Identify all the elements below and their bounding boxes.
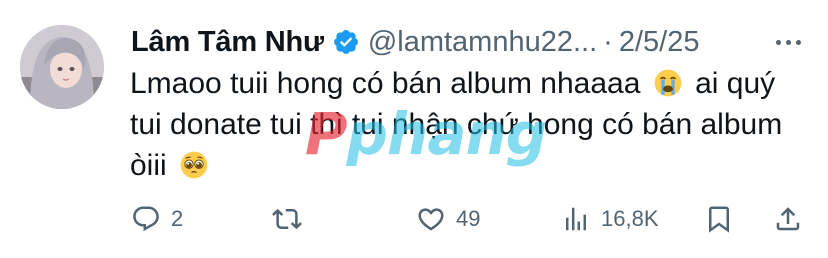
bookmark-icon xyxy=(709,206,729,233)
heart-icon xyxy=(418,208,444,231)
tweet-actions: 2 49 16,8K xyxy=(0,198,828,240)
repost-button[interactable] xyxy=(272,198,312,240)
separator-dot: · xyxy=(603,25,613,58)
like-button[interactable]: 49 xyxy=(416,198,480,240)
avatar-image xyxy=(20,25,104,109)
repost-icon xyxy=(272,208,302,230)
verified-badge-icon xyxy=(332,28,360,56)
views-chart-icon xyxy=(566,207,586,231)
more-options-icon[interactable] xyxy=(776,32,808,52)
tweet[interactable]: Lâm Tâm Như @lamtamnhu22... · 2/5/25 Lma… xyxy=(0,0,828,258)
views-button[interactable]: 16,8K xyxy=(561,198,659,240)
views-count: 16,8K xyxy=(601,206,659,231)
reply-count: 2 xyxy=(171,206,184,231)
reply-icon xyxy=(133,206,159,232)
reply-button[interactable]: 2 xyxy=(131,198,183,240)
tweet-text: Lmaoo tuii hong có bán album nhaaaa ai q… xyxy=(130,63,810,186)
like-count: 49 xyxy=(456,206,481,231)
loudly-crying-face-icon xyxy=(653,68,683,98)
author-name[interactable]: Lâm Tâm Như xyxy=(131,26,324,59)
share-button[interactable] xyxy=(773,198,803,240)
pleading-face-icon xyxy=(179,150,209,180)
tweet-date[interactable]: 2/5/25 xyxy=(619,26,700,59)
bookmark-button[interactable] xyxy=(704,198,734,240)
share-icon xyxy=(776,207,800,231)
tweet-text-part-1: Lmaoo tuii hong có bán album nhaaaa xyxy=(130,67,641,100)
avatar[interactable] xyxy=(20,25,104,109)
author-handle[interactable]: @lamtamnhu22... xyxy=(368,26,597,59)
tweet-header: Lâm Tâm Như @lamtamnhu22... · 2/5/25 xyxy=(131,22,699,62)
